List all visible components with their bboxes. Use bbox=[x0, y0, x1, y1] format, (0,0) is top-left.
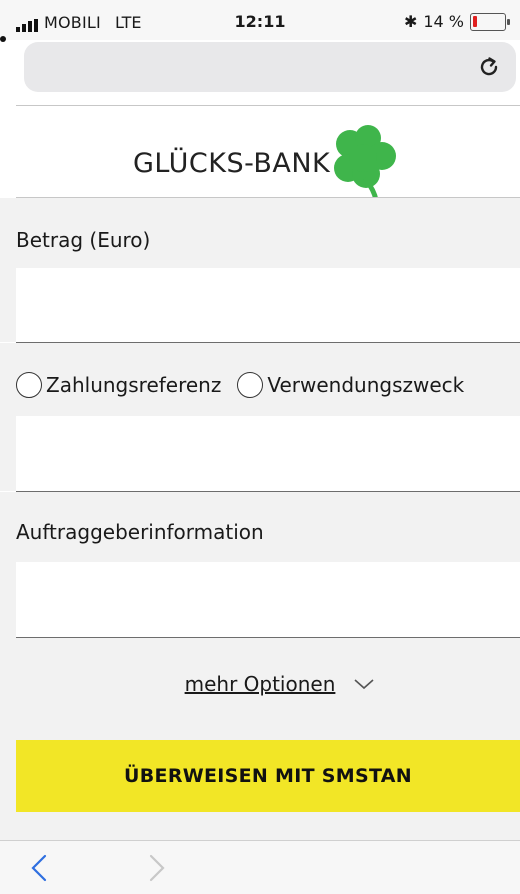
bank-logo: GLÜCKS-BANK bbox=[0, 118, 520, 203]
bluetooth-icon: ✱ bbox=[403, 12, 418, 31]
clover-logo bbox=[334, 125, 396, 203]
amount-label: Betrag (Euro) bbox=[16, 228, 151, 252]
reference-option-label[interactable]: Zahlungsreferenz bbox=[46, 373, 221, 397]
reference-radio[interactable] bbox=[16, 372, 42, 398]
more-options[interactable]: mehr Optionen bbox=[0, 672, 520, 696]
address-bar[interactable] bbox=[24, 42, 516, 92]
reference-type-group: Zahlungsreferenz Verwendungszweck bbox=[16, 372, 464, 398]
sender-input[interactable] bbox=[16, 562, 520, 638]
clock-time: 12:11 bbox=[234, 12, 286, 31]
header-divider bbox=[16, 105, 520, 106]
battery-icon bbox=[470, 12, 510, 31]
battery-level bbox=[473, 15, 477, 27]
purpose-radio[interactable] bbox=[237, 372, 264, 398]
page-indicator-dot bbox=[0, 36, 6, 42]
chevron-down-icon[interactable] bbox=[353, 677, 375, 691]
amount-input[interactable] bbox=[16, 268, 520, 343]
browser-toolbar bbox=[0, 840, 520, 894]
bank-name: GLÜCKS-BANK bbox=[133, 148, 331, 179]
submit-transfer-button[interactable]: ÜBERWEISEN MIT SMSTAN bbox=[16, 740, 520, 812]
battery-info: ✱ 14 % bbox=[403, 12, 510, 31]
battery-percent: 14 % bbox=[423, 12, 464, 31]
sender-label: Auftraggeberinformation bbox=[16, 520, 264, 544]
status-bar: MOBILI LTE 12:11 ✱ 14 % bbox=[0, 0, 520, 40]
reference-input[interactable] bbox=[16, 416, 520, 492]
reload-icon[interactable] bbox=[476, 54, 502, 80]
more-options-link[interactable]: mehr Optionen bbox=[185, 672, 376, 696]
purpose-option-label[interactable]: Verwendungszweck bbox=[267, 373, 464, 397]
more-options-label[interactable]: mehr Optionen bbox=[185, 672, 336, 696]
back-arrow-icon[interactable] bbox=[30, 853, 48, 883]
forward-arrow-icon[interactable] bbox=[148, 853, 166, 883]
